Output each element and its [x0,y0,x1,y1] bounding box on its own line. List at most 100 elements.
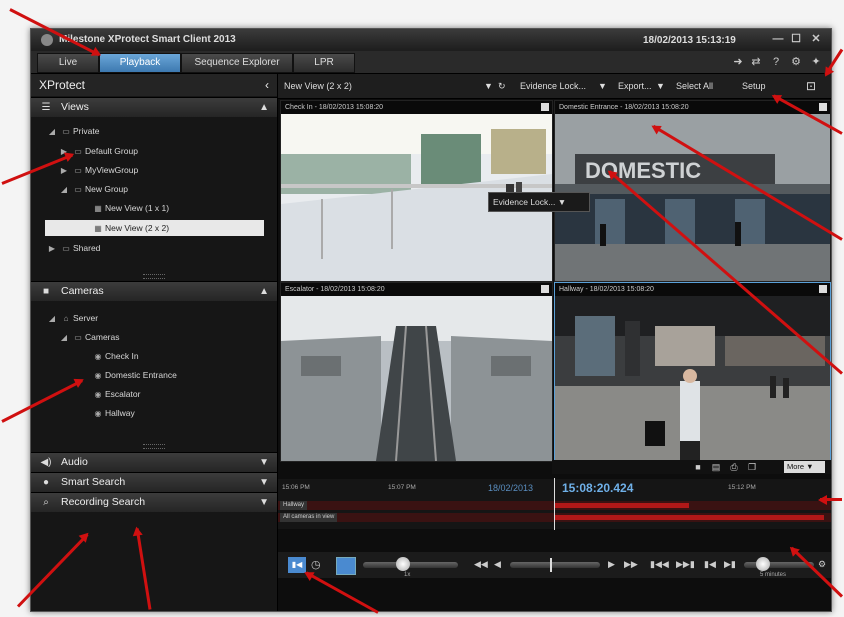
recording-search-panel-label: Recording Search [61,496,146,508]
audio-panel-header[interactable]: ◀) Audio ▼ [31,452,277,472]
tree-item-view-1x1[interactable]: ▦ New View (1 x 1) [77,201,169,215]
dropdown-arrow-icon: ▼ [557,197,567,207]
maximize-button[interactable]: ☐ [789,32,803,46]
camera-snapshot-icon[interactable]: ■ [692,462,704,472]
play-icon[interactable]: ▶ [608,559,615,570]
tile-checkbox[interactable] [541,103,549,111]
step-back-icon[interactable]: ◀ [494,559,501,570]
fast-forward-icon[interactable]: ▶▶ [624,559,638,570]
time-cursor[interactable] [554,478,555,530]
step-frame-forward-icon[interactable]: ▶▮ [724,559,736,570]
jog-slider[interactable] [510,562,600,568]
speed-slider-knob[interactable] [396,557,410,571]
skip-end-icon[interactable]: ▶▶▮ [676,559,695,570]
fullscreen-icon[interactable]: ⊡ [806,79,816,93]
tab-playback[interactable]: Playback [99,53,181,73]
chevron-down-icon[interactable]: ▼ [259,493,269,512]
tools-icon[interactable]: ✦ [809,55,823,69]
settings-gear-icon[interactable]: ⚙ [818,559,826,570]
tile-control-bar: ■ ▤ ⎙ ❐ More ▼ [552,460,831,474]
tree-item-cameras-folder[interactable]: ◢ ▭ Cameras [57,330,120,344]
tree-item-view-2x2[interactable]: ▦ New View (2 x 2) [77,221,169,235]
tile-checkbox[interactable] [541,285,549,293]
collapse-sidebar-icon[interactable]: ‹ [265,74,269,96]
chevron-up-icon[interactable]: ▲ [259,98,269,117]
more-button[interactable]: More ▼ [784,461,825,473]
bookmark-icon[interactable]: ▤ [710,462,722,472]
tile-caption: Check In - 18/02/2013 15:08:20 [281,101,552,114]
tile-checkbox[interactable] [819,103,827,111]
dropdown-arrow-icon[interactable]: ▼ [484,81,493,91]
tab-lpr[interactable]: LPR [293,53,355,73]
dropdown-arrow-icon[interactable]: ▼ [656,81,665,91]
evidence-lock-button[interactable]: Evidence Lock... [520,81,586,91]
recording-segment [554,503,689,508]
pin-icon[interactable]: ➜ [731,55,745,69]
timeline-tick: 15:07 PM [388,484,416,491]
playback-mode-button[interactable]: ▮◀ [288,557,306,573]
smart-client-window: Milestone XProtect Smart Client 2013 18/… [30,28,832,612]
interval-slider[interactable] [744,562,814,568]
interval-slider-knob[interactable] [756,557,770,571]
tab-live[interactable]: Live [37,53,99,73]
dropdown-arrow-icon[interactable]: ▼ [598,81,607,91]
close-button[interactable]: ✕ [809,32,823,46]
tree-item-server[interactable]: ◢ ⌂ Server [45,311,98,325]
camera-tile-domestic-entrance[interactable]: Domestic Entrance - 18/02/2013 15:08:20 … [554,100,831,282]
tree-item-camera-hallway[interactable]: ◉ Hallway [77,406,135,420]
evidence-lock-popup-label: Evidence Lock... [493,197,556,207]
sidebar-header: XProtect ‹ [31,74,277,96]
skip-back-icon[interactable]: ◀◀ [474,559,488,570]
timeline-date: 18/02/2013 [488,483,534,493]
tab-sequence-explorer[interactable]: Sequence Explorer [181,53,293,73]
folder-icon: ▭ [74,166,82,175]
refresh-icon[interactable]: ↻ [498,81,506,92]
settings-gear-icon[interactable]: ⚙ [789,55,803,69]
interval-label: 5 minutes [760,572,787,578]
camera-feed-image [281,296,552,461]
camera-icon: ◉ [94,390,102,399]
tile-checkbox[interactable] [819,285,827,293]
switch-icon[interactable]: ⇄ [749,55,763,69]
help-icon[interactable]: ? [769,55,783,69]
chevron-up-icon[interactable]: ▲ [259,282,269,301]
splitter-grip[interactable] [143,444,165,449]
camera-tile-check-in[interactable]: Check In - 18/02/2013 15:08:20 [280,100,553,282]
mode-button[interactable] [336,557,356,575]
chevron-down-icon[interactable]: ▼ [259,473,269,492]
splitter-grip[interactable] [143,274,165,279]
tree-item-camera-domestic-entrance[interactable]: ◉ Domestic Entrance [77,368,177,382]
camera-tile-escalator[interactable]: Escalator - 18/02/2013 15:08:20 [280,282,553,462]
views-panel-header[interactable]: ☰ Views ▲ [31,97,277,117]
tree-item-myviewgroup[interactable]: ▶ ▭ MyViewGroup [57,163,138,177]
evidence-lock-popup[interactable]: Evidence Lock... ▼ [488,192,590,212]
skip-start-icon[interactable]: ▮◀◀ [650,559,669,570]
minimize-button[interactable]: — [771,32,785,46]
title-bar: Milestone XProtect Smart Client 2013 18/… [31,29,831,51]
speed-slider[interactable] [363,562,458,568]
tree-item-shared[interactable]: ▶ ▭ Shared [45,241,101,255]
clock-icon[interactable]: ◷ [311,558,321,571]
tree-item-camera-escalator[interactable]: ◉ Escalator [77,387,141,401]
step-frame-back-icon[interactable]: ▮◀ [704,559,716,570]
tree-item-new-group[interactable]: ◢ ▭ New Group [57,182,128,196]
track-label: All cameras in view [280,513,338,522]
window-title: Milestone XProtect Smart Client 2013 [59,34,236,45]
export-button[interactable]: Export... [618,81,652,91]
server-icon: ⌂ [63,314,69,323]
setup-button[interactable]: Setup [742,81,766,91]
timeline-tick: 15:06 PM [282,484,310,491]
view-selector[interactable]: New View (2 x 2) [284,81,352,91]
recording-search-panel-header[interactable]: ⌕ Recording Search ▼ [31,492,277,512]
copy-icon[interactable]: ❐ [746,462,758,472]
select-all-button[interactable]: Select All [676,81,713,91]
print-icon[interactable]: ⎙ [728,462,740,472]
cameras-panel-label: Cameras [61,285,104,297]
smart-search-panel-header[interactable]: ● Smart Search ▼ [31,472,277,492]
tree-item-camera-check-in[interactable]: ◉ Check In [77,349,139,363]
folder-icon: ▭ [62,127,70,136]
cameras-panel-header[interactable]: ■ Cameras ▲ [31,281,277,301]
tree-item-private[interactable]: ◢ ▭ Private [45,124,100,138]
camera-tile-hallway[interactable]: Hallway - 18/02/2013 15:08:20 [554,282,831,462]
chevron-down-icon[interactable]: ▼ [259,453,269,472]
